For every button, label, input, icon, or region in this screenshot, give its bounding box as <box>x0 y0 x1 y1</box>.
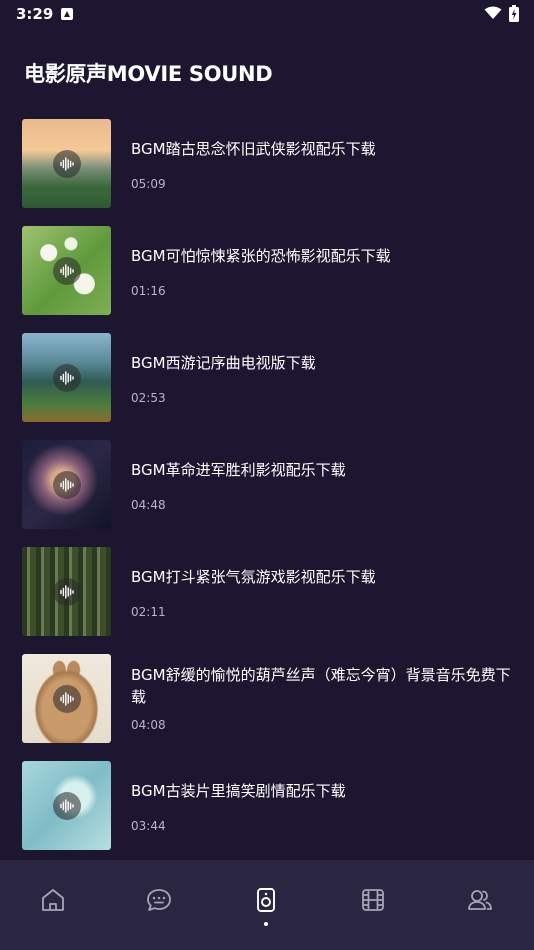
track-title: BGM可怕惊悚紧张的恐怖影视配乐下载 <box>131 247 391 265</box>
track-thumbnail <box>22 440 111 529</box>
track-duration: 05:09 <box>131 177 166 191</box>
nav-film[interactable] <box>359 886 389 916</box>
status-bar: 3:29 <box>0 0 534 28</box>
track-item[interactable]: BGM古装片里搞笑剧情配乐下载 03:44 <box>22 761 512 868</box>
track-duration: 04:48 <box>131 498 166 512</box>
track-item[interactable]: BGM可怕惊悚紧张的恐怖影视配乐下载 01:16 <box>22 226 512 333</box>
nav-speaker[interactable] <box>252 886 282 916</box>
wifi-icon <box>484 6 502 19</box>
track-thumbnail <box>22 226 111 315</box>
notification-app-icon <box>61 8 73 20</box>
track-duration: 02:53 <box>131 391 166 405</box>
track-thumbnail <box>22 119 111 208</box>
track-thumbnail <box>22 547 111 636</box>
nav-home[interactable] <box>39 886 69 916</box>
track-thumbnail <box>22 761 111 850</box>
users-icon <box>468 890 492 910</box>
track-title: BGM古装片里搞笑剧情配乐下载 <box>131 782 346 800</box>
track-item[interactable]: BGM西游记序曲电视版下载 02:53 <box>22 333 512 440</box>
track-duration: 03:44 <box>131 819 166 833</box>
page-title: 电影原声MOVIE SOUND <box>24 62 273 86</box>
audio-wave-icon <box>53 150 81 178</box>
chat-icon <box>147 889 171 911</box>
audio-wave-icon <box>53 364 81 392</box>
track-duration: 01:16 <box>131 284 166 298</box>
track-item[interactable]: BGM打斗紧张气氛游戏影视配乐下载 02:11 <box>22 547 512 654</box>
nav-users[interactable] <box>466 886 496 916</box>
audio-wave-icon <box>53 257 81 285</box>
bottom-nav <box>0 860 534 950</box>
film-icon <box>362 889 384 911</box>
track-title: BGM踏古思念怀旧武侠影视配乐下载 <box>131 140 376 158</box>
track-title: BGM西游记序曲电视版下载 <box>131 354 316 372</box>
nav-chat[interactable] <box>145 886 175 916</box>
track-item[interactable]: BGM舒缓的愉悦的葫芦丝声（难忘今宵）背景音乐免费下载 04:08 <box>22 654 512 761</box>
track-thumbnail <box>22 654 111 743</box>
track-thumbnail <box>22 333 111 422</box>
track-item[interactable]: BGM革命进军胜利影视配乐下载 04:48 <box>22 440 512 547</box>
active-indicator <box>264 922 268 926</box>
speaker-icon <box>257 888 275 912</box>
track-duration: 02:11 <box>131 605 166 619</box>
track-list: BGM踏古思念怀旧武侠影视配乐下载 05:09 BGM可怕惊悚紧张的恐怖影视配乐… <box>22 119 512 868</box>
track-title: BGM打斗紧张气氛游戏影视配乐下载 <box>131 568 376 586</box>
battery-charging-icon <box>509 5 519 22</box>
audio-wave-icon <box>53 471 81 499</box>
track-item[interactable]: BGM踏古思念怀旧武侠影视配乐下载 05:09 <box>22 119 512 226</box>
audio-wave-icon <box>53 792 81 820</box>
audio-wave-icon <box>53 578 81 606</box>
status-time: 3:29 <box>16 5 54 23</box>
track-title: BGM舒缓的愉悦的葫芦丝声（难忘今宵）背景音乐免费下载 <box>131 666 511 706</box>
track-duration: 04:08 <box>131 718 166 732</box>
audio-wave-icon <box>53 685 81 713</box>
home-icon <box>42 889 64 911</box>
track-title: BGM革命进军胜利影视配乐下载 <box>131 461 346 479</box>
